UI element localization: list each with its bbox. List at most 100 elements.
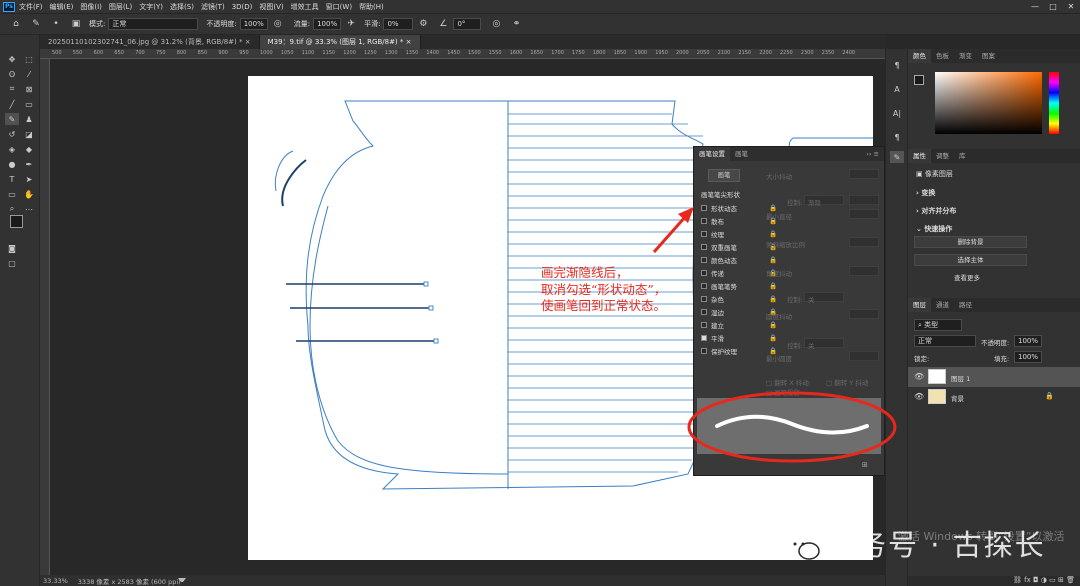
menu-help[interactable]: 帮助(H): [359, 2, 384, 12]
section-align[interactable]: › 对齐并分布: [916, 206, 956, 216]
add-mask-icon[interactable]: ◘: [1033, 576, 1039, 584]
quick-mask-icon[interactable]: ◙: [5, 242, 19, 254]
layer-filter-select[interactable]: ⌕ 类型: [914, 319, 962, 331]
tab-patterns[interactable]: 图案: [977, 49, 1000, 63]
history-brush-icon[interactable]: ↺: [5, 128, 19, 140]
noise-item[interactable]: 杂色 🔒: [701, 294, 777, 304]
tab-properties[interactable]: 属性: [908, 149, 931, 163]
lock-icon[interactable]: 🔒: [769, 334, 777, 342]
stamp-tool-icon[interactable]: ♟: [22, 113, 36, 125]
menu-file[interactable]: 文件(F): [19, 2, 43, 12]
screen-mode-icon[interactable]: ▢: [5, 257, 19, 269]
menu-view[interactable]: 视图(V): [259, 2, 283, 12]
menu-image[interactable]: 图像(I): [80, 2, 102, 12]
pressure-size-icon[interactable]: ◎: [489, 17, 503, 31]
tab-document-1[interactable]: 20250110102302741_06.jpg @ 31.2% (背景, RG…: [40, 35, 260, 49]
zoom-level[interactable]: 33.33%: [43, 577, 68, 585]
layer-opacity-input[interactable]: 100%: [1014, 335, 1042, 347]
lock-icon[interactable]: 🔒: [769, 282, 777, 290]
view-more-link[interactable]: 查看更多: [954, 272, 980, 282]
maximize-button[interactable]: □: [1044, 2, 1062, 11]
menu-edit[interactable]: 编辑(E): [50, 2, 74, 12]
dual-brush-item[interactable]: 双重画笔 🔒: [701, 242, 777, 252]
scattering-item[interactable]: 散布 🔒: [701, 216, 777, 226]
tab-paths[interactable]: 路径: [954, 298, 977, 312]
glyphs-icon[interactable]: ¶: [890, 131, 904, 143]
hand-tool-icon[interactable]: ✋: [22, 188, 36, 200]
eyedropper-tool-icon[interactable]: ╱: [5, 98, 19, 110]
lock-icon[interactable]: 🔒: [769, 295, 777, 303]
minimize-button[interactable]: —: [1026, 2, 1044, 11]
lasso-tool-icon[interactable]: ʘ: [5, 68, 19, 80]
brush-tip-shape-item[interactable]: 画笔笔尖形状: [701, 189, 740, 199]
lock-icon[interactable]: 🔒: [769, 321, 777, 329]
protect-texture-checkbox[interactable]: [701, 348, 707, 354]
dodge-tool-icon[interactable]: ●: [5, 158, 19, 170]
brush-presets-button[interactable]: 画笔: [708, 169, 740, 182]
new-group-icon[interactable]: ▭: [1049, 576, 1056, 584]
symmetry-icon[interactable]: ⚭: [509, 17, 523, 31]
visibility-eye-icon[interactable]: 👁: [914, 392, 924, 401]
brush-size-picker-icon[interactable]: •: [49, 17, 63, 31]
tab-color[interactable]: 颜色: [908, 49, 931, 63]
color-dynamics-item[interactable]: 颜色动态 🔒: [701, 255, 777, 265]
layer-name[interactable]: 图层 1: [951, 373, 970, 383]
frame-tool-icon[interactable]: ⊠: [22, 83, 36, 95]
tab-brushes[interactable]: 画笔: [730, 147, 753, 161]
paragraph-icon[interactable]: ¶: [890, 59, 904, 71]
mode-select[interactable]: 正常: [108, 18, 199, 30]
type-panel-icon[interactable]: A|: [890, 107, 904, 119]
brush-pose-checkbox[interactable]: [701, 283, 707, 289]
section-quick-actions[interactable]: ⌄ 快速操作: [916, 224, 952, 234]
tab-swatches[interactable]: 色板: [931, 49, 954, 63]
color-dynamics-checkbox[interactable]: [701, 257, 707, 263]
section-transform[interactable]: › 变换: [916, 188, 935, 198]
close-tab-icon[interactable]: ×: [245, 38, 251, 46]
ruler-tool-icon[interactable]: ▭: [22, 98, 36, 110]
menu-3d[interactable]: 3D(D): [232, 3, 253, 11]
transfer-checkbox[interactable]: [701, 270, 707, 276]
brush-settings-icon[interactable]: ✎: [890, 151, 904, 163]
smoothing-checkbox[interactable]: [701, 335, 707, 341]
angle-input[interactable]: 0°: [453, 18, 482, 30]
blend-mode-select[interactable]: 正常: [914, 335, 976, 347]
fill-input[interactable]: 100%: [1014, 351, 1042, 363]
more-tools-icon[interactable]: ⋯: [22, 203, 36, 215]
build-up-checkbox[interactable]: [701, 322, 707, 328]
shape-dynamics-item[interactable]: 形状动态 🔒: [701, 203, 777, 213]
tab-brush-settings[interactable]: 画笔设置: [694, 147, 730, 161]
noise-checkbox[interactable]: [701, 296, 707, 302]
tab-adjustments[interactable]: 调整: [931, 149, 954, 163]
build-up-item[interactable]: 建立 🔒: [701, 320, 777, 330]
brush-tool-icon[interactable]: ✎: [5, 113, 19, 125]
dual-brush-checkbox[interactable]: [701, 244, 707, 250]
pressure-opacity-icon[interactable]: ◎: [271, 17, 285, 31]
character-icon[interactable]: A: [890, 83, 904, 95]
tab-libraries[interactable]: 库: [954, 149, 971, 163]
visibility-eye-icon[interactable]: 👁: [914, 372, 924, 381]
airbrush-icon[interactable]: ✈: [344, 17, 358, 31]
remove-background-button[interactable]: 删除背景: [914, 236, 1027, 248]
select-subject-button[interactable]: 选择主体: [914, 254, 1027, 266]
link-layers-icon[interactable]: ⛓: [1013, 576, 1022, 584]
new-brush-icon[interactable]: ⊞: [862, 461, 868, 469]
brush-preset-icon[interactable]: ✎: [29, 17, 43, 31]
rectangle-tool-icon[interactable]: ▭: [5, 188, 19, 200]
close-tab-icon[interactable]: ×: [406, 38, 412, 46]
tab-document-2[interactable]: M39：9.tif @ 33.3% (图层 1, RGB/8#) * ×: [259, 35, 421, 49]
shape-dynamics-checkbox[interactable]: [701, 205, 707, 211]
crop-tool-icon[interactable]: ⌗: [5, 83, 19, 95]
menu-plugins[interactable]: 增效工具: [291, 2, 319, 12]
layer-row[interactable]: 👁 图层 1: [908, 367, 1080, 387]
tab-layers[interactable]: 图层: [908, 298, 931, 312]
tab-gradients[interactable]: 渐变: [954, 49, 977, 63]
opacity-input[interactable]: 100%: [239, 18, 268, 30]
transfer-item[interactable]: 传递 🔒: [701, 268, 777, 278]
quick-select-tool-icon[interactable]: ⁄: [22, 68, 36, 80]
fg-swatch[interactable]: [914, 75, 924, 85]
layer-row[interactable]: 👁 背景 🔒: [908, 387, 1080, 407]
fx-icon[interactable]: fx: [1024, 576, 1031, 584]
menu-select[interactable]: 选择(S): [170, 2, 194, 12]
home-icon[interactable]: ⌂: [9, 17, 23, 31]
menu-layer[interactable]: 图层(L): [109, 2, 132, 12]
